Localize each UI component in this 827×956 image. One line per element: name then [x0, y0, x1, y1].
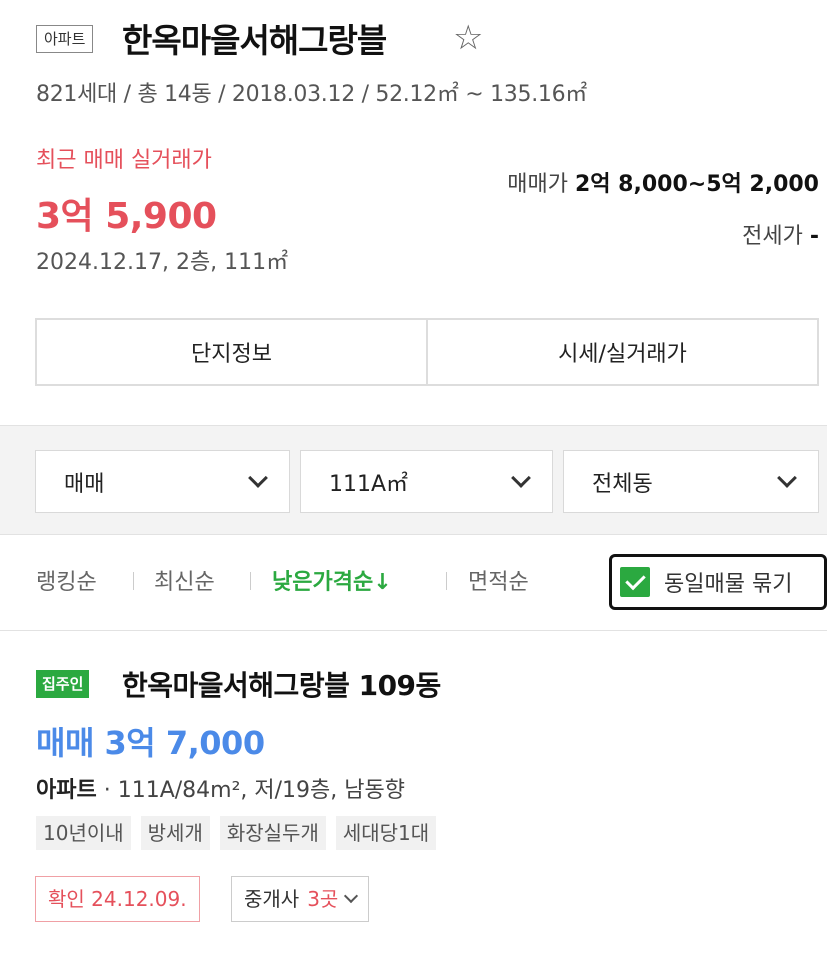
jeonse-price: 전세가 -	[742, 218, 819, 250]
sort-divider	[133, 572, 134, 590]
listing-item[interactable]: 집주인 한옥마을서해그랑블 109동 매매 3억 7,000 아파트 · 111…	[0, 632, 827, 956]
sale-price-label: 매매가	[507, 172, 568, 197]
recent-trade-label: 최근 매매 실거래가	[36, 148, 212, 173]
listing-tag: 화장실두개	[219, 816, 326, 850]
sale-price-range: 매매가 2억 8,000~5억 2,000	[507, 166, 819, 198]
jeonse-price-value: -	[809, 224, 819, 249]
info-tabs: 단지정보 시세/실거래가	[35, 318, 819, 386]
chevron-down-icon	[344, 888, 359, 904]
listing-tag: 10년이내	[36, 816, 131, 850]
jeonse-price-label: 전세가	[742, 224, 803, 249]
dong-value: 전체동	[592, 471, 653, 497]
group-same-listings-toggle[interactable]: 동일매물 묶기	[609, 554, 827, 610]
filter-bar: 매매 111A㎡ 전체동	[0, 425, 827, 535]
dong-select[interactable]: 전체동	[563, 450, 819, 513]
sort-divider	[250, 572, 251, 590]
confirmed-date-badge: 확인 24.12.09.	[35, 876, 200, 922]
listing-spec: 아파트 · 111A/84m², 저/19층, 남동향	[36, 772, 405, 804]
sort-bar: 랭킹순 최신순 낮은가격순↓ 면적순 동일매물 묶기	[0, 536, 827, 631]
tab-market-price[interactable]: 시세/실거래가	[426, 320, 817, 384]
sort-area[interactable]: 면적순	[468, 564, 529, 596]
brokers-button[interactable]: 중개사 3곳	[231, 876, 370, 922]
chevron-down-icon	[511, 467, 531, 488]
listing-price: 매매 3억 7,000	[36, 724, 265, 762]
listing-spec-type: 아파트	[36, 778, 97, 803]
complex-name: 한옥마을서해그랑블	[122, 21, 387, 60]
sort-divider	[446, 572, 447, 590]
complex-summary-line: 821세대 / 총 14동 / 2018.03.12 / 52.12㎡ ~ 13…	[36, 82, 587, 107]
owner-badge: 집주인	[36, 670, 90, 698]
complex-summary: 아파트 한옥마을서해그랑블 ☆ 821세대 / 총 14동 / 2018.03.…	[0, 0, 827, 425]
sort-ranking[interactable]: 랭킹순	[36, 564, 97, 596]
area-value: 111A㎡	[329, 471, 409, 497]
brokers-label: 중개사	[244, 887, 300, 911]
tab-complex-info[interactable]: 단지정보	[37, 320, 426, 384]
area-select[interactable]: 111A㎡	[300, 450, 553, 513]
listing-spec-detail: · 111A/84m², 저/19층, 남동향	[103, 778, 405, 803]
property-type-badge: 아파트	[36, 25, 94, 53]
recent-trade-info: 2024.12.17, 2층, 111㎡	[36, 250, 289, 275]
chevron-down-icon	[248, 467, 268, 488]
trade-type-value: 매매	[64, 471, 105, 497]
sort-low-price[interactable]: 낮은가격순↓	[272, 564, 392, 596]
checkbox-checked-icon[interactable]	[620, 567, 650, 597]
chevron-down-icon	[777, 467, 797, 488]
listing-title: 한옥마을서해그랑블 109동	[122, 669, 441, 702]
sort-latest[interactable]: 최신순	[154, 564, 215, 596]
recent-trade-price: 3억 5,900	[36, 196, 217, 237]
favorite-star-icon[interactable]: ☆	[453, 18, 483, 58]
listing-tag: 방세개	[140, 816, 210, 850]
listing-tag: 세대당1대	[335, 816, 437, 850]
listing-tags: 10년이내 방세개 화장실두개 세대당1대	[36, 816, 437, 850]
trade-type-select[interactable]: 매매	[35, 450, 290, 513]
group-same-listings-label: 동일매물 묶기	[664, 572, 793, 597]
sale-price-value: 2억 8,000~5억 2,000	[574, 172, 819, 197]
brokers-count: 3곳	[307, 887, 339, 911]
